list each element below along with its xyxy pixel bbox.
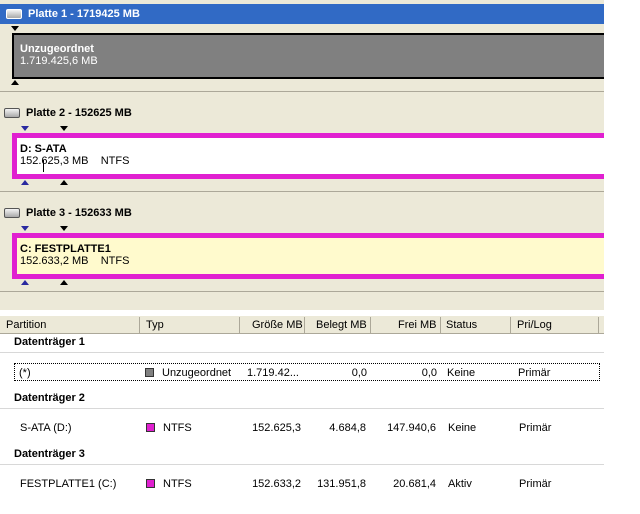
cell-status: Keine: [447, 367, 476, 379]
cell-used: 131.951,8: [317, 478, 366, 490]
cell-prilog: Primär: [519, 422, 552, 434]
column-divider[interactable]: [510, 317, 511, 333]
cell-partition: S-ATA (D:): [20, 422, 72, 434]
cell-partition: FESTPLATTE1 (C:): [20, 478, 117, 490]
cell-used: 0,0: [351, 367, 367, 379]
type-color-swatch: [146, 479, 155, 488]
cell-type: NTFS: [146, 478, 192, 490]
column-header-prilog[interactable]: Pri/Log: [517, 319, 552, 333]
cell-status: Keine: [448, 422, 477, 434]
column-divider[interactable]: [304, 317, 305, 333]
ntfs-partition-block-c[interactable]: C: FESTPLATTE1 152.633,2 MB NTFS: [12, 233, 604, 279]
cell-partition: (*): [19, 367, 31, 379]
partition-filesystem: NTFS: [100, 155, 130, 167]
partition-start-marker[interactable]: [11, 26, 19, 31]
cell-free: 147.940,6: [387, 422, 436, 434]
table-row[interactable]: (*) Unzugeordnet 1.719.42... 0,0 0,0 Kei…: [14, 363, 600, 381]
group-heading: Datenträger 2: [14, 392, 85, 404]
table-row[interactable]: S-ATA (D:) NTFS 152.625,3 4.684,8 147.94…: [0, 419, 604, 437]
column-divider[interactable]: [139, 317, 140, 333]
separator: [0, 291, 604, 292]
disk-map-pane: Platte 1 - 1719425 MB Unzugeordnet 1.719…: [0, 0, 604, 310]
column-header-free[interactable]: Frei MB: [398, 319, 437, 333]
ntfs-partition-block-d[interactable]: D: S-ATA 152.625,3 MB NTFS: [12, 133, 604, 179]
disk-2-title: Platte 2 - 152625 MB: [26, 107, 132, 119]
cell-status: Aktiv: [448, 478, 472, 490]
used-space-divider: [43, 160, 44, 172]
partition-list: Partition Typ Größe MB Belegt MB Frei MB…: [0, 316, 604, 514]
cell-size: 1.719.42...: [247, 367, 299, 379]
cell-size: 152.625,3: [252, 422, 301, 434]
partition-size: 1.719.425,6 MB: [20, 55, 98, 67]
partition-end-marker[interactable]: [21, 280, 29, 285]
group-divider: [0, 464, 604, 465]
unallocated-partition-block[interactable]: Unzugeordnet 1.719.425,6 MB: [12, 33, 604, 79]
group-heading: Datenträger 1: [14, 336, 85, 348]
column-divider[interactable]: [440, 317, 441, 333]
disk-3-header[interactable]: Platte 3 - 152633 MB: [4, 203, 132, 223]
hard-disk-icon: [4, 208, 20, 218]
type-color-swatch: [145, 368, 154, 377]
cell-used: 4.684,8: [329, 422, 366, 434]
disk-2-header[interactable]: Platte 2 - 152625 MB: [4, 103, 132, 123]
cell-type-label: NTFS: [163, 478, 192, 490]
separator: [0, 191, 604, 192]
cell-free: 20.681,4: [393, 478, 436, 490]
column-divider[interactable]: [370, 317, 371, 333]
column-header-status[interactable]: Status: [446, 319, 477, 333]
hard-disk-icon: [4, 108, 20, 118]
list-header: Partition Typ Größe MB Belegt MB Frei MB…: [0, 316, 604, 334]
cell-type-label: Unzugeordnet: [162, 367, 232, 379]
column-header-partition[interactable]: Partition: [6, 319, 46, 333]
partition-boundary-marker[interactable]: [60, 126, 68, 131]
partition-details: 152.633,2 MB NTFS: [20, 255, 604, 267]
hard-disk-icon: [6, 9, 22, 19]
cell-type: Unzugeordnet: [145, 367, 231, 379]
group-heading: Datenträger 3: [14, 448, 85, 460]
column-header-used[interactable]: Belegt MB: [316, 319, 367, 333]
cell-prilog: Primär: [519, 478, 552, 490]
type-color-swatch: [146, 423, 155, 432]
cell-free: 0,0: [421, 367, 437, 379]
partition-end-marker[interactable]: [11, 80, 19, 85]
partition-filesystem: NTFS: [100, 255, 130, 267]
cell-size: 152.633,2: [252, 478, 301, 490]
partition-boundary-marker[interactable]: [60, 180, 68, 185]
disk-3-title: Platte 3 - 152633 MB: [26, 207, 132, 219]
column-header-size[interactable]: Größe MB: [252, 319, 303, 333]
group-divider: [0, 352, 604, 353]
partition-name: Unzugeordnet: [20, 43, 94, 55]
disk-1-header[interactable]: Platte 1 - 1719425 MB: [0, 4, 604, 24]
group-divider: [0, 408, 604, 409]
separator: [0, 91, 604, 92]
cell-prilog: Primär: [518, 367, 551, 379]
partition-details: 152.625,3 MB NTFS: [20, 155, 604, 167]
partition-start-marker[interactable]: [21, 126, 29, 131]
partition-end-marker[interactable]: [21, 180, 29, 185]
partition-size: 152.633,2 MB: [20, 255, 89, 267]
disk-1-title: Platte 1 - 1719425 MB: [28, 8, 140, 20]
partition-start-marker[interactable]: [21, 226, 29, 231]
column-header-type[interactable]: Typ: [146, 319, 164, 333]
column-divider[interactable]: [598, 317, 599, 333]
partition-boundary-marker[interactable]: [60, 226, 68, 231]
partition-size: 152.625,3 MB: [20, 155, 89, 167]
column-divider[interactable]: [239, 317, 240, 333]
partition-name: C: FESTPLATTE1: [20, 243, 111, 255]
cell-type: NTFS: [146, 422, 192, 434]
table-row[interactable]: FESTPLATTE1 (C:) NTFS 152.633,2 131.951,…: [0, 475, 604, 493]
cell-type-label: NTFS: [163, 422, 192, 434]
partition-name: D: S-ATA: [20, 143, 67, 155]
partition-boundary-marker[interactable]: [60, 280, 68, 285]
